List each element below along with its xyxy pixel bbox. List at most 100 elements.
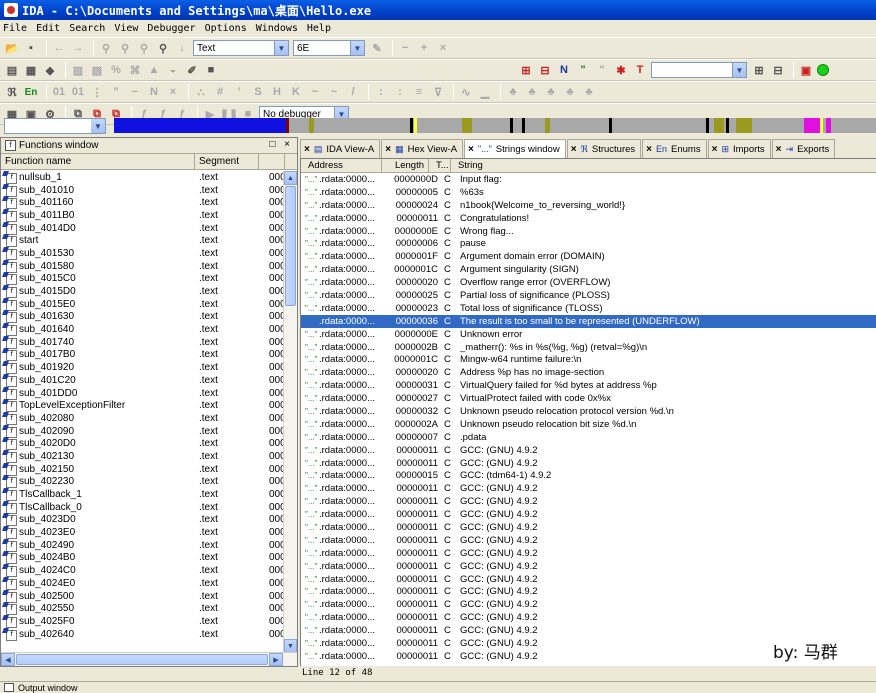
chart-icon[interactable]: ▁ xyxy=(477,84,493,100)
function-row[interactable]: sub_401160.text000 xyxy=(1,196,285,210)
lit-icon[interactable]: ' xyxy=(231,84,247,100)
scroll-down-icon[interactable]: ▼ xyxy=(284,639,297,653)
function-row[interactable]: sub_4025F0.text000 xyxy=(1,615,285,628)
tab-close-icon[interactable]: × xyxy=(776,144,782,155)
function-row[interactable]: TopLevelExceptionFilter.text000 xyxy=(1,399,285,413)
function-row[interactable]: sub_401630.text000 xyxy=(1,311,285,324)
string-row[interactable]: "..." .rdata:0000... 00000011 C GCC: (GNU) 4… xyxy=(301,482,876,495)
string-row[interactable]: "..." .rdata:0000... 00000011 C Congratulati… xyxy=(301,212,876,225)
tab-close-icon[interactable]: × xyxy=(304,144,310,155)
navigation-band[interactable] xyxy=(114,118,876,133)
segments-icon[interactable]: ⊞ xyxy=(751,62,767,78)
function-row[interactable]: sub_4011B0.text000 xyxy=(1,209,285,222)
wave-icon[interactable]: ∿ xyxy=(458,84,474,100)
filter-icon[interactable]: ⊽ xyxy=(430,84,446,100)
delete-icon[interactable]: × xyxy=(165,84,181,100)
menu-help[interactable]: Help xyxy=(307,23,331,34)
menu-debugger[interactable]: Debugger xyxy=(147,23,195,34)
navigation-select[interactable]: ▼ xyxy=(4,118,106,134)
cross-ref-icon[interactable]: ✱ xyxy=(613,62,629,78)
function-row[interactable]: sub_4015C0.text000 xyxy=(1,273,285,286)
segment-select[interactable]: ▼ xyxy=(651,62,747,78)
function-row[interactable]: sub_4024E0.text000 xyxy=(1,577,285,590)
tab-close-icon[interactable]: × xyxy=(385,144,391,155)
string-row[interactable]: "..." .rdata:0000... 00000031 C VirtualQuer… xyxy=(301,379,876,392)
function-row[interactable]: sub_401920.text000 xyxy=(1,361,285,375)
s-icon[interactable]: S xyxy=(250,84,266,100)
function-row[interactable]: sub_402230.text000 xyxy=(1,476,285,489)
string-literal-icon[interactable]: " xyxy=(594,62,610,78)
menu-view[interactable]: View xyxy=(114,23,138,34)
patch-icon[interactable]: ✐ xyxy=(184,62,200,78)
scroll-right-icon[interactable]: ▶ xyxy=(269,653,283,666)
string-row[interactable]: "..." .rdata:0000... 00000015 C GCC: (tdm64-… xyxy=(301,469,876,482)
column-start[interactable] xyxy=(259,154,285,169)
scroll-up-icon[interactable]: ▲ xyxy=(284,171,297,185)
function-row[interactable]: sub_4023E0.text000 xyxy=(1,526,285,540)
search-value-combo[interactable]: 6E ▼ xyxy=(293,40,365,56)
function-row[interactable]: sub_401530.text000 xyxy=(1,247,285,260)
menu-edit[interactable]: Edit xyxy=(36,23,60,34)
search-type-select[interactable]: Text ▼ xyxy=(193,40,289,56)
string-row[interactable]: "..." .rdata:0000... 00000011 C GCC: (GNU) 4… xyxy=(301,611,876,624)
string-row[interactable]: "..." .rdata:0000... 00000032 C Unknown pse… xyxy=(301,405,876,418)
dots-alt-icon[interactable]: : xyxy=(392,84,408,100)
tab-structures[interactable]: × ℜ Structures xyxy=(566,139,642,158)
binoculars-next-icon[interactable]: ⚲ xyxy=(117,40,133,56)
string-row[interactable]: "..." .rdata:0000... 00000011 C GCC: (GNU) 4… xyxy=(301,586,876,599)
string-row[interactable]: "..." .rdata:0000... 00000011 C GCC: (GNU) 4… xyxy=(301,457,876,470)
graph-d-icon[interactable]: ♣ xyxy=(562,84,578,100)
string-row[interactable]: "..." .rdata:0000... 00000036 C The result i… xyxy=(301,314,876,328)
negate-icon[interactable]: − xyxy=(127,84,143,100)
string-row[interactable]: "..." .rdata:0000... 00000007 C .pdata xyxy=(301,431,876,444)
string-row[interactable]: "..." .rdata:0000... 00000011 C GCC: (GNU) 4… xyxy=(301,573,876,586)
binary-code-icon[interactable]: 01 xyxy=(51,84,67,100)
string-row[interactable]: "..." .rdata:0000... 00000011 C GCC: (GNU) 4… xyxy=(301,624,876,637)
function-row[interactable]: sub_4015D0.text000 xyxy=(1,285,285,299)
selectors-icon[interactable]: ⊟ xyxy=(770,62,786,78)
string-row[interactable]: "..." .rdata:0000... 00000011 C GCC: (GNU) 4… xyxy=(301,508,876,521)
text-view-icon[interactable]: ▤ xyxy=(4,62,20,78)
column-type[interactable]: T... xyxy=(429,159,451,172)
tab-close-icon[interactable]: × xyxy=(468,144,474,155)
forward-arrow-icon[interactable]: → xyxy=(70,40,86,56)
binoculars-icon[interactable]: ⚲ xyxy=(98,40,114,56)
string-row[interactable]: "..." .rdata:0000... 00000011 C GCC: (GNU) 4… xyxy=(301,547,876,560)
function-row[interactable]: sub_401740.text000 xyxy=(1,336,285,349)
function-row[interactable]: sub_402640.text000 xyxy=(1,628,285,641)
string-row[interactable]: "..." .rdata:0000... 00000024 Cn1book{Welco… xyxy=(301,199,876,212)
open-folder-icon[interactable]: 📂 xyxy=(4,40,20,56)
function-row[interactable]: nullsub_1.text000 xyxy=(1,171,285,184)
data-icon[interactable]: ▧ xyxy=(89,62,105,78)
tab-close-icon[interactable]: × xyxy=(646,144,652,155)
pencil-icon[interactable]: ✎ xyxy=(369,40,385,56)
tab-exports[interactable]: × ⇥ Exports xyxy=(771,139,836,158)
binary-data-icon[interactable]: 01 xyxy=(70,84,86,100)
graph-a-icon[interactable]: ♣ xyxy=(505,84,521,100)
number-icon[interactable]: % xyxy=(108,62,124,78)
string-row[interactable]: "..." .rdata:0000... 00000027 C VirtualProt… xyxy=(301,392,876,405)
function-row[interactable]: sub_402090.text000 xyxy=(1,425,285,438)
string-row[interactable]: "..." .rdata:0000... 00000006 Cpause xyxy=(301,237,876,250)
names-icon[interactable]: ⊟ xyxy=(537,62,553,78)
structure-icon[interactable]: ℜ xyxy=(4,84,20,100)
chevron-down-icon[interactable]: ▼ xyxy=(732,63,746,77)
array-icon[interactable]: ▲ xyxy=(146,62,162,78)
string-row[interactable]: "..." .rdata:0000... 00000005 C %63s xyxy=(301,186,876,199)
function-row[interactable]: sub_401010.text000 xyxy=(1,184,285,197)
column-segment[interactable]: Segment xyxy=(195,154,259,169)
name-icon[interactable]: N xyxy=(556,62,572,78)
back-arrow-icon[interactable]: ← xyxy=(51,40,67,56)
function-row[interactable]: sub_4015E0.text000 xyxy=(1,298,285,311)
function-row[interactable]: sub_402130.text000 xyxy=(1,450,285,463)
h-icon[interactable]: H xyxy=(269,84,285,100)
string-row[interactable]: "..." .rdata:0000... 00000025 C Partial loss… xyxy=(301,289,876,302)
string-row[interactable]: "..." .rdata:0000... 0000000E C Unknown erro… xyxy=(301,328,876,341)
function-row[interactable]: sub_4017B0.text000 xyxy=(1,349,285,362)
function-row[interactable]: sub_402150.text000 xyxy=(1,463,285,476)
menu-file[interactable]: File xyxy=(3,23,27,34)
string-row[interactable]: "..." .rdata:0000... 00000011 C GCC: (GNU) 4… xyxy=(301,598,876,611)
column-string[interactable]: String xyxy=(451,159,876,172)
function-row[interactable]: sub_402500.text000 xyxy=(1,590,285,603)
binoculars-binary-icon[interactable]: ⚲ xyxy=(155,40,171,56)
